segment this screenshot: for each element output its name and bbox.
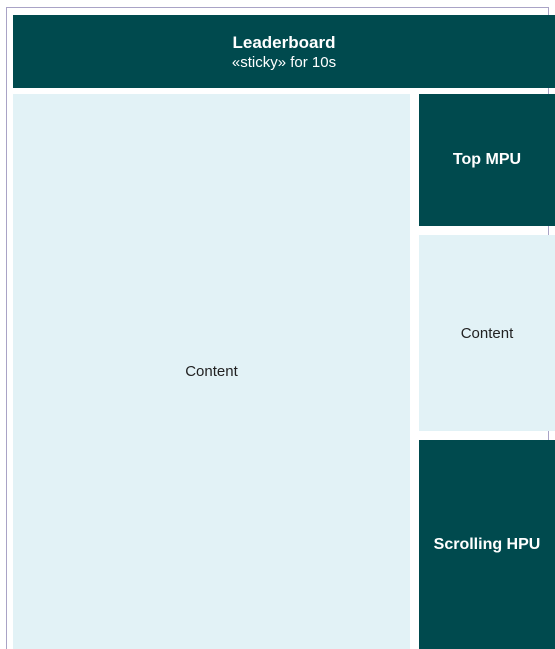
leaderboard-subtitle: «sticky» for 10s (231, 53, 337, 71)
leaderboard-slot: Leaderboard «sticky» for 10s (13, 15, 555, 88)
main-content-area: Content (13, 94, 410, 649)
top-mpu-slot: Top MPU (419, 94, 555, 226)
main-content-label: Content (185, 363, 238, 380)
scrolling-hpu-label: Scrolling HPU (433, 535, 541, 553)
side-content-area: Content (419, 235, 555, 431)
scrolling-hpu-slot: Scrolling HPU (419, 440, 555, 649)
leaderboard-title: Leaderboard (232, 32, 336, 52)
top-mpu-label: Top MPU (452, 151, 522, 168)
side-content-label: Content (460, 324, 514, 342)
